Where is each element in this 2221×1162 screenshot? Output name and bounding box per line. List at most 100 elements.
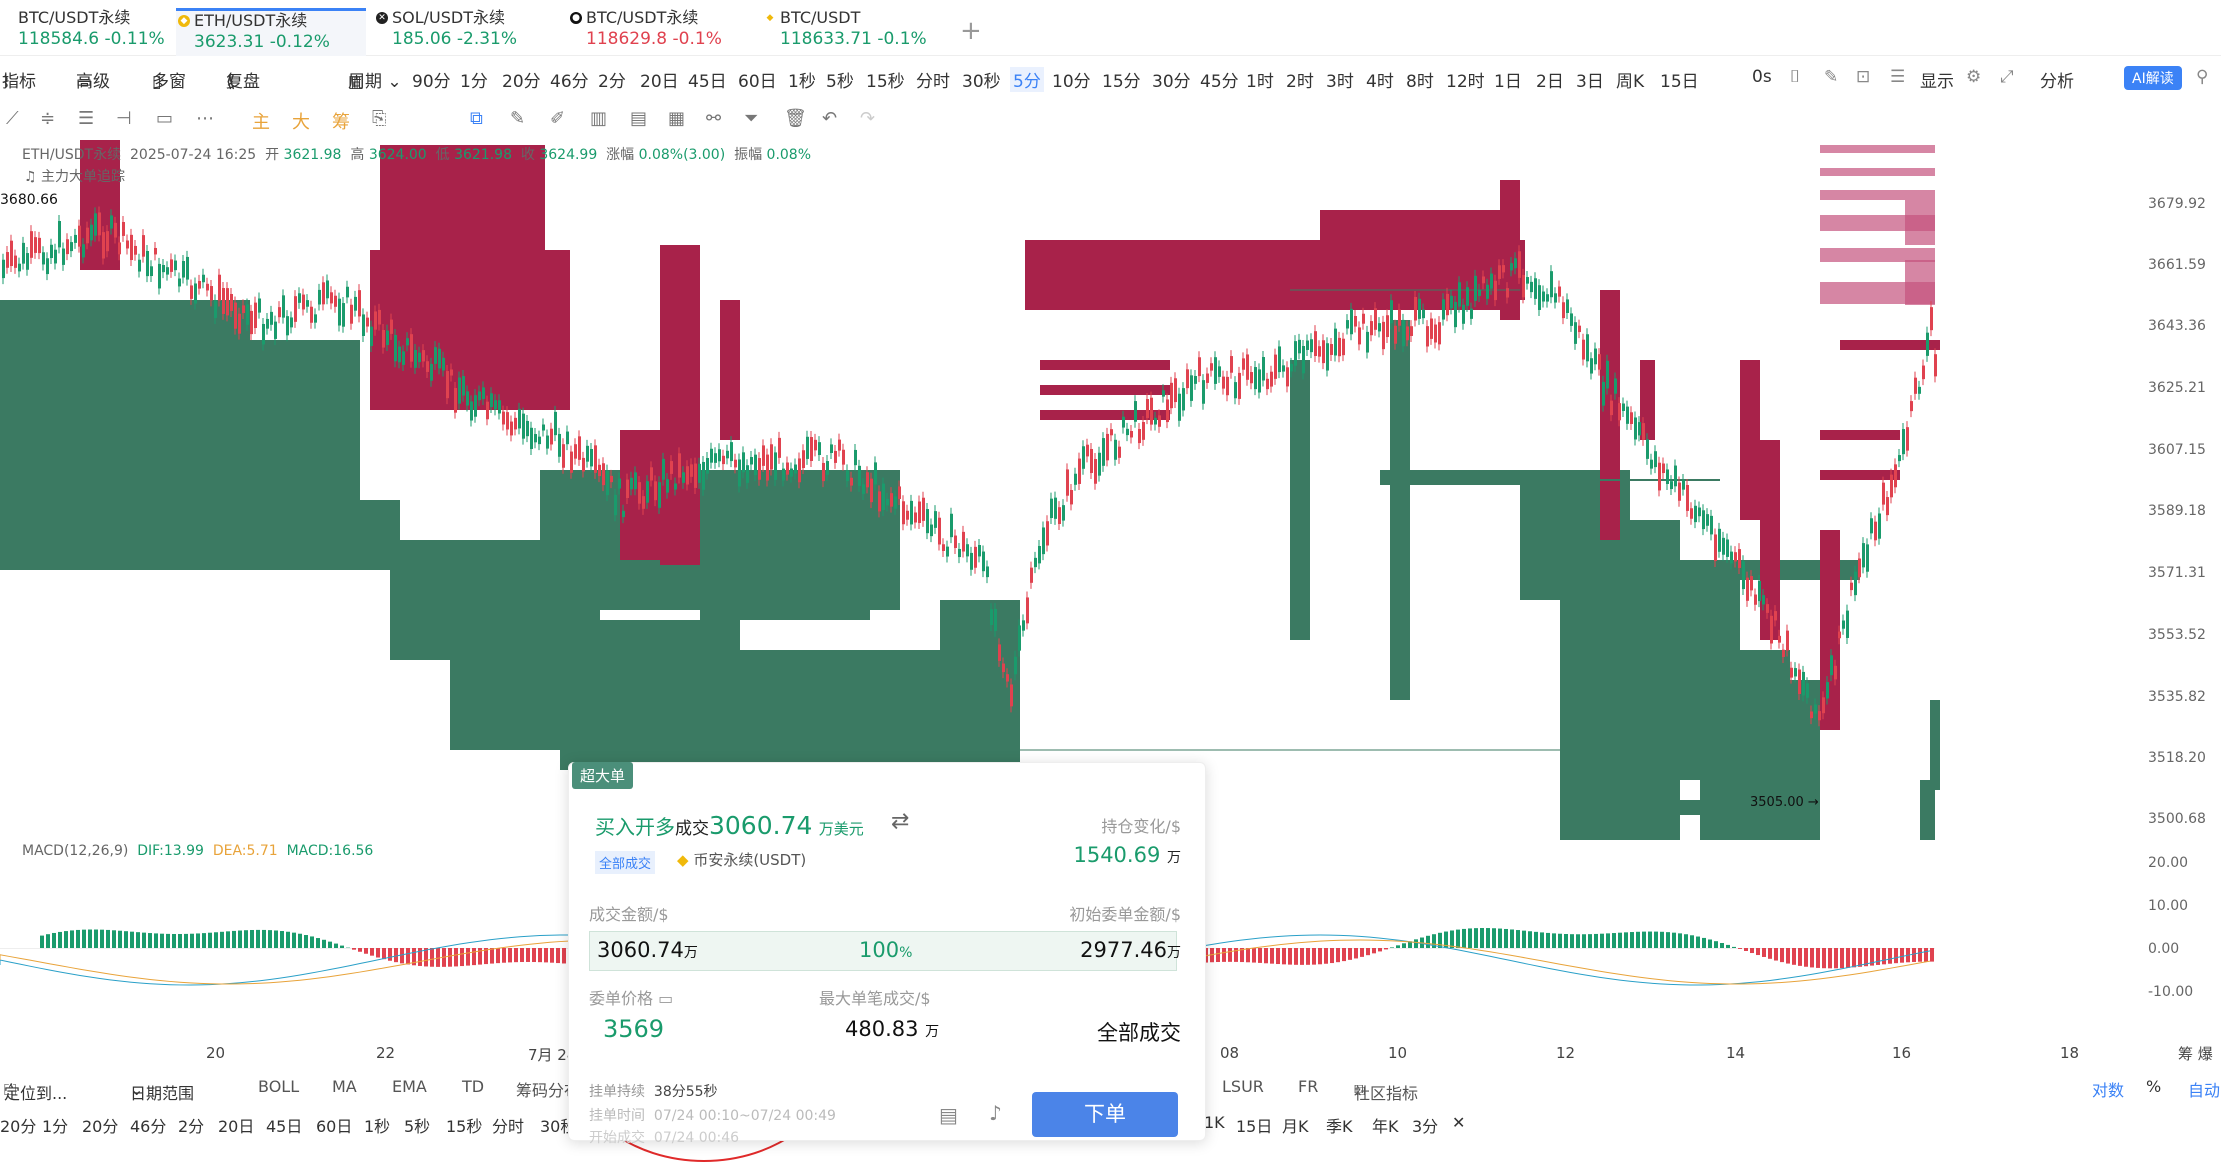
period-8[interactable]: 1秒 [364, 1113, 390, 1137]
auto-scale-toggle[interactable]: 自动 [2188, 1077, 2220, 1101]
toolbar-5s[interactable]: 5秒 [826, 67, 854, 92]
toolbar-90m[interactable]: 90分 [412, 67, 451, 92]
period-2[interactable]: 20分 [82, 1113, 118, 1137]
period-0[interactable]: 20分 [0, 1113, 36, 1137]
toolbar-2d[interactable]: 2日 [1536, 67, 1564, 92]
toolbar-timeline[interactable]: 分时 [916, 67, 950, 92]
toolbar-replay[interactable]: ⟪ 复盘 [226, 67, 260, 92]
toolbar-46m[interactable]: 46分 [550, 67, 589, 92]
indicator-ma[interactable]: MA [332, 1077, 357, 1096]
pen-icon[interactable]: ✐ [550, 108, 565, 129]
toolbar-1d[interactable]: 1日 [1494, 67, 1522, 92]
toolbar-indicator[interactable]: ⌇ 指标 [2, 67, 36, 92]
toolbar-1h[interactable]: 1时 [1246, 67, 1274, 92]
toolbar-45d[interactable]: 45日 [688, 67, 727, 92]
camera-icon[interactable]: ⌷ [1790, 67, 1800, 87]
rectangle-tool-icon[interactable]: ▭ [156, 108, 173, 129]
percent-toggle[interactable]: % [2146, 1077, 2161, 1096]
tab-eth-usdt-perp[interactable]: ◆ ETH/USDT永续 3623.31 -0.12% [176, 8, 366, 56]
period-15[interactable]: 月K [1282, 1113, 1309, 1137]
list-icon[interactable]: ☰ [1890, 67, 1905, 87]
indicator-chip[interactable]: 筹码分布 [516, 1077, 568, 1101]
horizontal-tool-icon[interactable]: ⊣ [116, 108, 132, 129]
clipboard-icon[interactable]: ▤ [630, 108, 647, 129]
toolbar-30m[interactable]: 30分 [1152, 67, 1191, 92]
place-order-button[interactable]: 下单 [1032, 1092, 1178, 1137]
period-6[interactable]: 45日 [266, 1113, 302, 1137]
period-3[interactable]: 46分 [130, 1113, 166, 1137]
toolbar-1m[interactable]: 1分 [460, 67, 488, 92]
indicator-boll[interactable]: BOLL [258, 1077, 299, 1096]
fullscreen-icon[interactable]: ⤢ [2000, 67, 2014, 87]
period-14[interactable]: 15日 [1236, 1113, 1272, 1137]
period-13[interactable]: 1K [1204, 1113, 1225, 1132]
period-1[interactable]: 1分 [42, 1113, 68, 1137]
macd-legend[interactable]: MACD(12,26,9) DIF:13.99 DEA:5.71 MACD:16… [22, 843, 373, 859]
big-order-toggle[interactable]: 大 [292, 108, 310, 134]
parallel-tool-icon[interactable]: ≑ [40, 108, 55, 129]
filter-icon[interactable]: ⏷ [744, 108, 758, 129]
toolbar-2h[interactable]: 2时 [1286, 67, 1314, 92]
more-tools-icon[interactable]: ⋯ [196, 108, 214, 129]
add-tab-button[interactable]: + [960, 16, 982, 46]
period-17[interactable]: 年K [1372, 1113, 1399, 1137]
tab-btc-usdt-spot[interactable]: ◆ BTC/USDT 118633.71 -0.1% [762, 8, 952, 56]
big-order-popup[interactable]: 买入开多成交3060.74 万美元 ⇄ 全部成交 ◆ 币安永续(USDT) 持仓… [568, 762, 1206, 1141]
toolbar-15d[interactable]: 15日 [1660, 67, 1699, 92]
period-16[interactable]: 季K [1326, 1113, 1353, 1137]
settings-icon[interactable]: ⚙ [1966, 67, 1981, 87]
ai-interpret-button[interactable]: AI解读 [2124, 66, 2182, 90]
toolbar-20d[interactable]: 20日 [640, 67, 679, 92]
pencil-icon[interactable]: ✎ [1824, 67, 1838, 87]
toolbar-2m[interactable]: 2分 [598, 67, 626, 92]
period-5[interactable]: 20日 [218, 1113, 254, 1137]
toolbar-15s[interactable]: 15秒 [866, 67, 905, 92]
display-toggle[interactable]: 显示 [1920, 67, 1954, 92]
toolbar-3h[interactable]: 3时 [1326, 67, 1354, 92]
main-chart-toggle[interactable]: 主 [252, 108, 270, 134]
period-4[interactable]: 2分 [178, 1113, 204, 1137]
toolbar-8h[interactable]: 8时 [1406, 67, 1434, 92]
candle-icon[interactable]: ▥ [590, 108, 607, 129]
link-icon[interactable]: ⚯ [706, 108, 721, 129]
indicator-fr[interactable]: FR [1298, 1077, 1318, 1096]
toolbar-45m[interactable]: 45分 [1200, 67, 1239, 92]
note-icon[interactable]: ▦ [668, 108, 685, 129]
period-18[interactable]: 3分 [1412, 1113, 1438, 1137]
toolbar-20m[interactable]: 20分 [502, 67, 541, 92]
toolbar-60d[interactable]: 60日 [738, 67, 777, 92]
zero-seconds[interactable]: 0s [1752, 67, 1772, 87]
period-10[interactable]: 15秒 [446, 1113, 482, 1137]
period-7[interactable]: 60日 [316, 1113, 352, 1137]
swap-icon[interactable]: ⇄ [891, 809, 909, 834]
redo-icon[interactable]: ↷ [860, 108, 875, 129]
bell-icon[interactable]: ♪ [989, 1101, 1002, 1125]
close-icon[interactable]: ✕ [1452, 1113, 1465, 1132]
toolbar-30s[interactable]: 30秒 [962, 67, 1001, 92]
document-icon[interactable]: ▤ [939, 1103, 958, 1127]
period-11[interactable]: 分时 [492, 1113, 524, 1137]
toolbar-5m[interactable]: 5分 [1010, 67, 1044, 92]
tab-sol-usdt-perp[interactable]: ✕ SOL/USDT永续 185.06 -2.31% [374, 8, 564, 56]
select-icon[interactable]: ⧉ [470, 108, 483, 129]
copy-icon[interactable]: ⎘ [372, 108, 386, 129]
analysis-dropdown[interactable]: 分析 [2040, 67, 2074, 92]
toolbar-12h[interactable]: 12时 [1446, 67, 1485, 92]
toolbar-period[interactable]: ▥ 周期 ⌄ [348, 67, 402, 92]
toolbar-advanced[interactable]: ▭ 高级 [76, 67, 110, 92]
trash-icon[interactable]: 🗑 [784, 108, 807, 129]
chip-toggle[interactable]: 筹 [332, 108, 350, 134]
toolbar-1s[interactable]: 1秒 [788, 67, 816, 92]
brush-icon[interactable]: ✎ [510, 108, 525, 129]
toolbar-weekly[interactable]: 周K [1616, 67, 1644, 92]
toolbar-10m[interactable]: 10分 [1052, 67, 1091, 92]
toolbar-multi-window[interactable]: ▯ 多窗 [152, 67, 186, 92]
line-tool-icon[interactable]: ⟋ [6, 108, 19, 129]
indicator-td[interactable]: TD [462, 1077, 484, 1096]
indicator-legend[interactable]: ♫ 主力大单追踪 [24, 166, 125, 186]
indicator-ema[interactable]: EMA [392, 1077, 427, 1096]
tab-btc-usdt-perp-1[interactable]: BTC/USDT永续 118584.6 -0.11% [0, 8, 170, 56]
pin-icon[interactable]: ⚲ [2196, 67, 2208, 87]
log-scale-toggle[interactable]: 对数 [2092, 1077, 2124, 1101]
tab-btc-usdt-perp-2[interactable]: ● BTC/USDT永续 118629.8 -0.1% [568, 8, 758, 56]
